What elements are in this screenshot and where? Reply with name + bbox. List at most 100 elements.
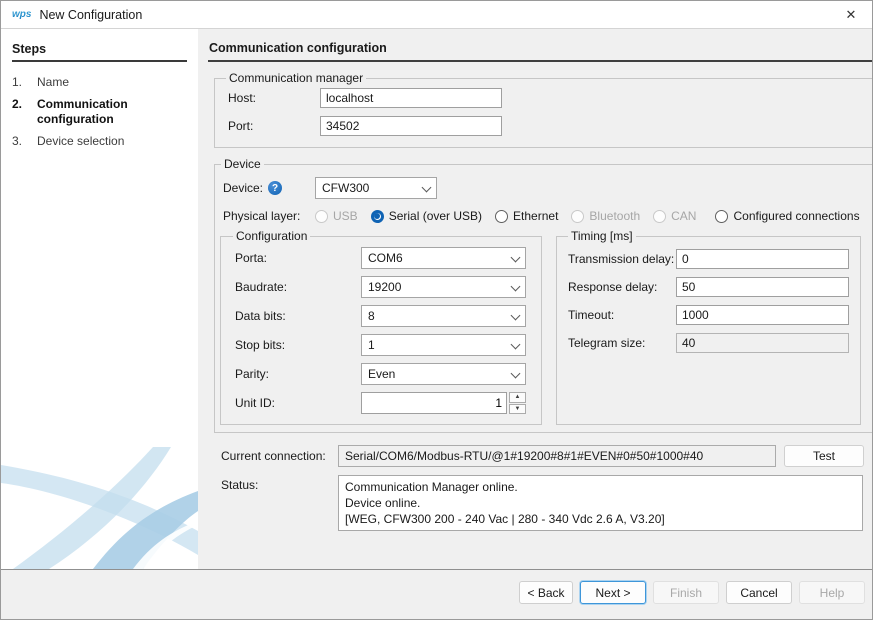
radio-button-icon xyxy=(715,210,728,223)
next-button[interactable]: Next > xyxy=(580,581,646,604)
cancel-button[interactable]: Cancel xyxy=(726,581,792,604)
port-row: Port: xyxy=(224,116,867,136)
radio-label: Configured connections xyxy=(733,209,859,223)
step-number: 1. xyxy=(12,75,37,90)
telegram-size-label: Telegram size: xyxy=(566,336,676,350)
steps-sidebar: Steps 1. Name 2. Communication configura… xyxy=(1,29,198,569)
status-line: Communication Manager online. xyxy=(345,479,856,495)
physical-layer-row: Physical layer: USB Serial (over USB) Et… xyxy=(219,209,873,223)
stop-bits-select-value: 1 xyxy=(368,338,511,352)
chevron-down-icon xyxy=(511,312,520,321)
step-label: Device selection xyxy=(37,134,187,149)
parity-select-value: Even xyxy=(368,367,511,381)
wps-logo-icon: wps xyxy=(12,9,31,20)
host-input[interactable] xyxy=(320,88,502,108)
timeout-row: Timeout: xyxy=(566,305,850,325)
steps-list: 1. Name 2. Communication configuration 3… xyxy=(12,75,187,149)
radio-configured-connections[interactable]: Configured connections xyxy=(715,209,859,223)
response-delay-label: Response delay: xyxy=(566,280,676,294)
chevron-down-icon xyxy=(511,341,520,350)
unit-id-input[interactable] xyxy=(361,392,507,414)
port-label: Port: xyxy=(224,119,320,133)
baudrate-select-value: 19200 xyxy=(368,280,511,294)
close-icon[interactable]: ✕ xyxy=(830,1,872,28)
device-select-value: CFW300 xyxy=(322,181,422,195)
data-bits-label: Data bits: xyxy=(231,309,361,323)
porta-row: Porta: COM6 xyxy=(231,247,529,269)
transmission-delay-row: Transmission delay: xyxy=(566,249,850,269)
title-bar: wps New Configuration ✕ xyxy=(1,1,872,29)
timeout-input[interactable] xyxy=(676,305,849,325)
decorative-swoosh-graphic xyxy=(1,433,198,569)
device-select[interactable]: CFW300 xyxy=(315,177,437,199)
device-row: Device: ? CFW300 xyxy=(219,177,873,199)
radio-button-icon xyxy=(371,210,384,223)
communication-manager-group: Communication manager Host: Port: xyxy=(214,71,873,148)
porta-select[interactable]: COM6 xyxy=(361,247,526,269)
porta-select-value: COM6 xyxy=(368,251,511,265)
back-button[interactable]: < Back xyxy=(519,581,573,604)
window-title: New Configuration xyxy=(39,8,142,22)
help-button: Help xyxy=(799,581,865,604)
telegram-size-row: Telegram size: xyxy=(566,333,850,353)
response-delay-row: Response delay: xyxy=(566,277,850,297)
configuration-legend: Configuration xyxy=(233,229,310,243)
radio-label: Bluetooth xyxy=(589,209,640,223)
status-line: [WEG, CFW300 200 - 240 Vac | 280 - 340 V… xyxy=(345,511,856,527)
data-bits-select-value: 8 xyxy=(368,309,511,323)
transmission-delay-input[interactable] xyxy=(676,249,849,269)
current-connection-row: Current connection: Serial/COM6/Modbus-R… xyxy=(221,445,873,467)
telegram-size-input xyxy=(676,333,849,353)
host-label: Host: xyxy=(224,91,320,105)
step-item-communication-configuration: 2. Communication configuration xyxy=(12,97,187,127)
spinner-down-icon[interactable]: ▼ xyxy=(509,404,526,415)
radio-usb: USB xyxy=(315,209,358,223)
help-icon[interactable]: ? xyxy=(268,181,282,195)
unit-id-stepper: ▲ ▼ xyxy=(361,392,526,414)
host-row: Host: xyxy=(224,88,867,108)
configuration-group: Configuration Porta: COM6 Baudrate: 192 xyxy=(220,229,542,425)
radio-button-icon xyxy=(653,210,666,223)
radio-can: CAN xyxy=(653,209,696,223)
step-label: Name xyxy=(37,75,187,90)
radio-ethernet[interactable]: Ethernet xyxy=(495,209,558,223)
step-item-device-selection: 3. Device selection xyxy=(12,134,187,149)
spinner-up-icon[interactable]: ▲ xyxy=(509,392,526,403)
step-number: 2. xyxy=(12,97,37,127)
step-number: 3. xyxy=(12,134,37,149)
status-row: Status: Communication Manager online. De… xyxy=(221,475,873,531)
unit-id-row: Unit ID: ▲ ▼ xyxy=(231,392,529,414)
response-delay-input[interactable] xyxy=(676,277,849,297)
step-label: Communication configuration xyxy=(37,97,187,127)
communication-manager-legend: Communication manager xyxy=(226,71,366,85)
communication-configuration-panel: Communication configuration Communicatio… xyxy=(198,29,873,569)
transmission-delay-label: Transmission delay: xyxy=(566,252,676,266)
timing-legend: Timing [ms] xyxy=(568,229,636,243)
chevron-down-icon xyxy=(422,184,431,193)
radio-label: USB xyxy=(333,209,358,223)
unit-id-label: Unit ID: xyxy=(231,396,361,410)
current-connection-label: Current connection: xyxy=(221,449,338,463)
radio-button-icon xyxy=(315,210,328,223)
test-button[interactable]: Test xyxy=(784,445,864,467)
port-input[interactable] xyxy=(320,116,502,136)
chevron-down-icon xyxy=(511,283,520,292)
radio-bluetooth: Bluetooth xyxy=(571,209,640,223)
baudrate-select[interactable]: 19200 xyxy=(361,276,526,298)
chevron-down-icon xyxy=(511,370,520,379)
porta-label: Porta: xyxy=(231,251,361,265)
radio-label: Serial (over USB) xyxy=(389,209,482,223)
stop-bits-select[interactable]: 1 xyxy=(361,334,526,356)
parity-select[interactable]: Even xyxy=(361,363,526,385)
device-legend: Device xyxy=(221,157,264,171)
status-textarea[interactable]: Communication Manager online. Device onl… xyxy=(338,475,863,531)
physical-layer-label: Physical layer: xyxy=(219,209,315,223)
device-group: Device Device: ? CFW300 Physical layer: xyxy=(214,157,873,433)
data-bits-select[interactable]: 8 xyxy=(361,305,526,327)
radio-button-icon xyxy=(495,210,508,223)
wizard-button-bar: < Back Next > Finish Cancel Help xyxy=(1,569,872,619)
stop-bits-row: Stop bits: 1 xyxy=(231,334,529,356)
status-label: Status: xyxy=(221,478,338,492)
device-label: Device: xyxy=(223,181,263,195)
radio-serial-over-usb[interactable]: Serial (over USB) xyxy=(371,209,482,223)
